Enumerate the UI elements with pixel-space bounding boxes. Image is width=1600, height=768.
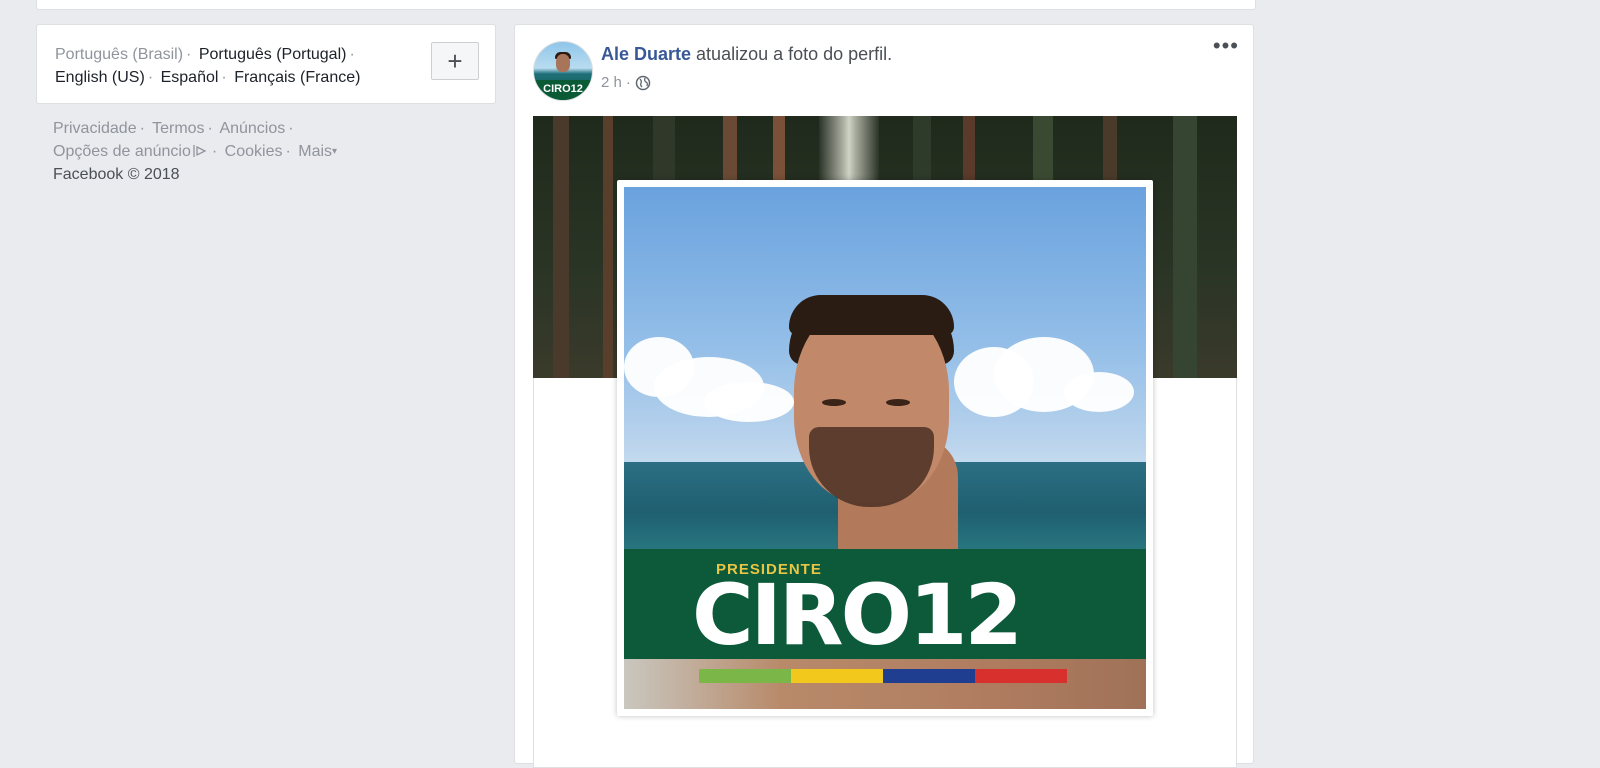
banner-title: CIRO12 (692, 566, 1023, 664)
caret-down-icon: ▾ (332, 146, 338, 157)
footer-links: Privacidade · Termos · Anúncios · Opções de… (53, 120, 338, 183)
top-card (36, 0, 1256, 10)
language-option-fr[interactable]: Français (France) (234, 69, 360, 86)
campaign-banner: PRESIDENTE CIRO12 (624, 549, 1146, 664)
post-header: Ale Duarte atualizou a foto do perfil. (601, 44, 892, 65)
add-language-button[interactable]: + (431, 42, 479, 80)
more-options-icon[interactable]: ••• (1213, 35, 1239, 57)
profile-photo-image: PRESIDENTE CIRO12 (624, 187, 1146, 709)
footer-link-ads[interactable]: Anúncios (219, 120, 285, 137)
stripe-yellow (791, 669, 883, 683)
language-list: Português (Brasil) · Português (Portugal)… (55, 46, 361, 86)
language-option-en-us[interactable]: English (US) (55, 69, 145, 86)
adchoices-icon (193, 145, 207, 157)
language-current: Português (Brasil) (55, 46, 184, 63)
language-option-pt-pt[interactable]: Português (Portugal) (199, 46, 347, 63)
stripe-blue (883, 669, 975, 683)
avatar-badge: CIRO12 (534, 80, 592, 100)
footer-link-ad-choices[interactable]: Opções de anúncio (53, 143, 209, 160)
profile-picture[interactable]: PRESIDENTE CIRO12 (617, 180, 1153, 716)
language-option-es[interactable]: Español (161, 69, 219, 86)
feed-post: CIRO12 Ale Duarte atualizou a foto do pe… (514, 24, 1254, 768)
stripe-red (975, 669, 1067, 683)
language-card: Português (Brasil) · Português (Portugal)… (36, 24, 496, 104)
post-timestamp[interactable]: 2 h (601, 74, 622, 91)
copyright: Facebook © 2018 (53, 166, 180, 183)
post-author[interactable]: Ale Duarte (601, 44, 691, 64)
post-meta: 2 h · (601, 74, 651, 91)
footer-link-terms[interactable]: Termos (152, 120, 204, 137)
footer-link-more[interactable]: Mais▾ (298, 143, 337, 160)
footer-link-privacy[interactable]: Privacidade (53, 120, 137, 137)
avatar[interactable]: CIRO12 (533, 41, 593, 101)
globe-icon[interactable] (635, 75, 651, 91)
post-action: atualizou a foto do perfil. (696, 44, 893, 64)
stripe-green (699, 669, 791, 683)
footer-link-cookies[interactable]: Cookies (225, 143, 283, 160)
